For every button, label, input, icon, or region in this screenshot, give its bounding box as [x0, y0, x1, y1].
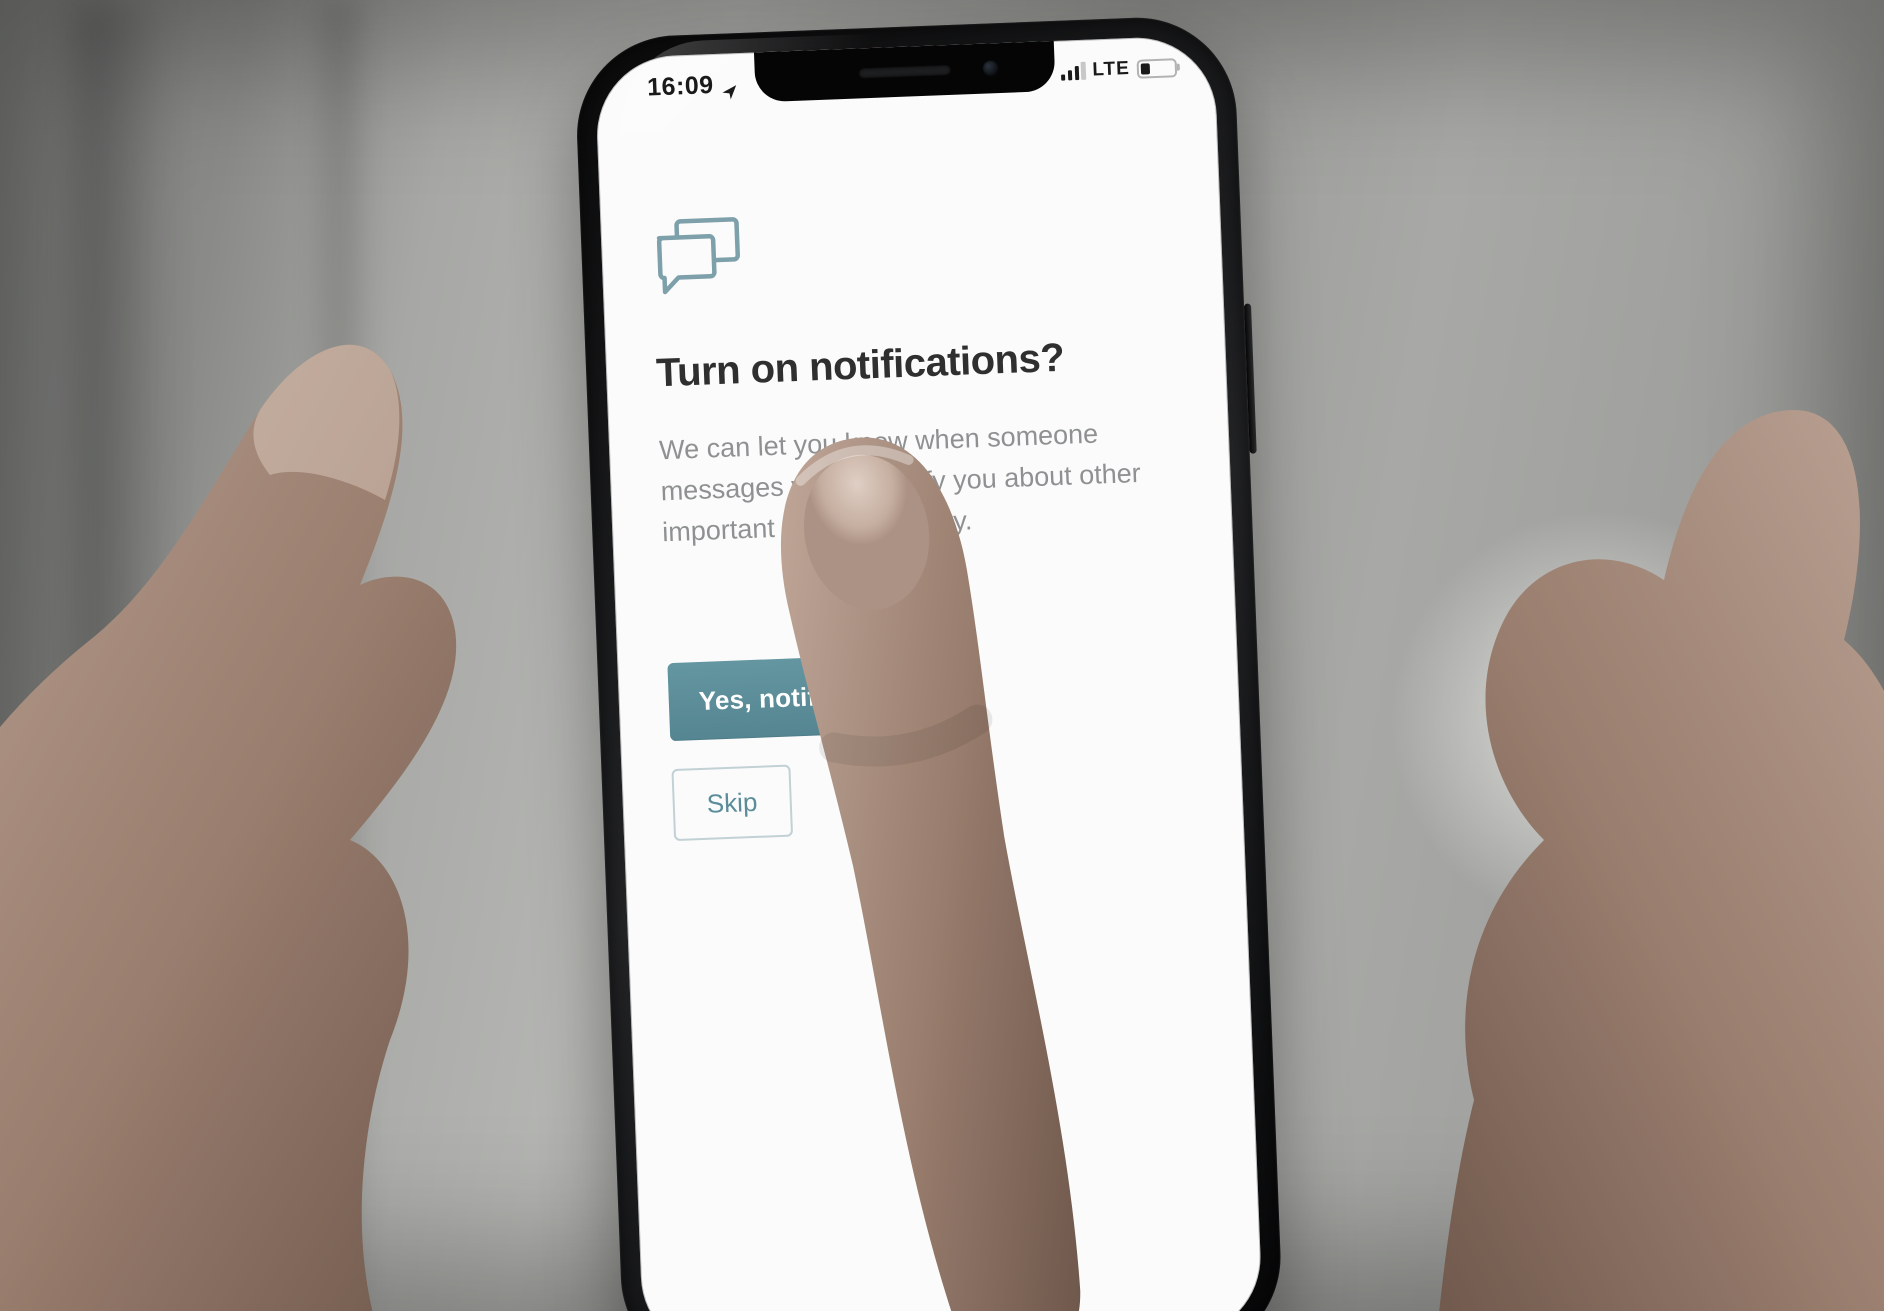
notification-permission-screen: Turn on notifications? We can let you kn…	[650, 196, 1194, 841]
hand-left	[0, 300, 480, 1311]
phone-speaker	[859, 64, 951, 78]
page-description: We can let you know when someone message…	[658, 410, 1172, 553]
page-heading: Turn on notifications?	[655, 331, 1176, 396]
cellular-signal-icon	[1061, 61, 1086, 80]
network-label: LTE	[1092, 58, 1130, 81]
status-time: 16:09	[647, 70, 715, 102]
notify-me-button[interactable]: Yes, notify me	[667, 653, 930, 741]
skip-button[interactable]: Skip	[671, 764, 792, 840]
phone-side-button	[1244, 303, 1257, 453]
phone-screen: 16:09 LTE	[594, 34, 1263, 1311]
status-right: LTE	[1061, 56, 1177, 82]
doorknob-blur	[1709, 642, 1799, 742]
hand-right	[1434, 320, 1884, 1311]
phone-body: 16:09 LTE	[573, 14, 1284, 1311]
battery-icon	[1137, 57, 1178, 78]
button-group: Yes, notify me Skip	[667, 643, 1193, 841]
photo-background: 16:09 LTE	[0, 0, 1884, 1311]
phone-front-camera	[982, 60, 999, 77]
chat-bubbles-icon	[650, 196, 1173, 305]
status-left: 16:09	[647, 70, 723, 102]
